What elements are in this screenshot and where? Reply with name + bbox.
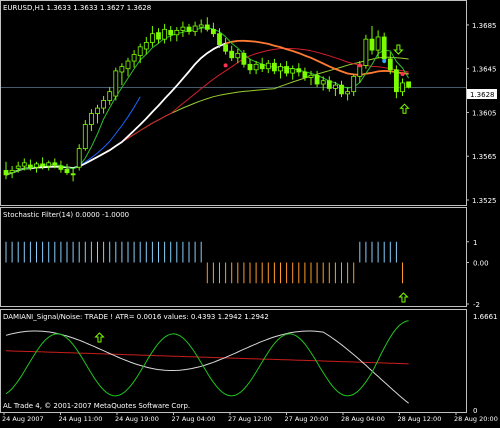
candle-body bbox=[76, 148, 82, 168]
noise-tick-label: 0 bbox=[473, 407, 477, 415]
candle-body bbox=[180, 26, 186, 31]
trading-chart[interactable]: 1.3685 1.3645 1.3605 1.3565 1.3525 1 0.00 -2 1.6… bbox=[0, 0, 500, 424]
candle-body bbox=[387, 58, 393, 71]
candle-body bbox=[406, 81, 412, 88]
candle-body bbox=[156, 32, 161, 40]
candle-body bbox=[314, 74, 320, 85]
candle-body bbox=[320, 80, 326, 85]
candle-body bbox=[290, 68, 296, 74]
candle-body bbox=[101, 100, 106, 109]
candle-body bbox=[186, 26, 192, 32]
candle-body bbox=[143, 42, 149, 50]
candle-body bbox=[137, 46, 143, 56]
candle-body bbox=[168, 30, 174, 36]
candle-body bbox=[351, 75, 357, 93]
stochastic-tick-label: 1 bbox=[473, 239, 477, 247]
price-tick-label: 1.3605 bbox=[472, 109, 497, 117]
candle-body bbox=[21, 162, 27, 167]
candle-body bbox=[149, 33, 155, 43]
candle-body bbox=[369, 38, 375, 51]
candle-body bbox=[253, 63, 259, 71]
x-axis-label: 27 Aug 12:00 bbox=[228, 415, 272, 423]
candle-body bbox=[375, 36, 381, 51]
candle-body bbox=[89, 113, 94, 125]
candle-body bbox=[381, 36, 387, 60]
noise-panel-title: DAMIANI_Signal/Noise: TRADE ! ATR= 0.001… bbox=[3, 313, 269, 321]
signal-dot-red bbox=[223, 63, 228, 68]
candle-body bbox=[302, 71, 308, 78]
candle-body bbox=[131, 54, 137, 62]
x-axis-label: 27 Aug 04:00 bbox=[172, 415, 216, 423]
candle-body bbox=[70, 173, 76, 176]
candle-body bbox=[332, 84, 338, 89]
candle-body bbox=[259, 63, 265, 70]
x-axis-label: 24 Aug 11:00 bbox=[59, 415, 103, 423]
candle-body bbox=[9, 170, 15, 174]
x-axis-label: 28 Aug 12:00 bbox=[398, 415, 442, 423]
x-axis-label: 28 Aug 04:00 bbox=[341, 415, 385, 423]
candle-body bbox=[34, 163, 39, 168]
candle-body bbox=[229, 50, 235, 59]
price-tick-label: 1.3565 bbox=[472, 153, 497, 161]
price-panel-title: EURUSD,H1 1.3633 1.3633 1.3627 1.3628 bbox=[3, 4, 151, 12]
candle-body bbox=[46, 162, 52, 167]
stochastic-tick-label: 0.00 bbox=[473, 260, 489, 268]
candle-body bbox=[174, 30, 180, 36]
candle-body bbox=[265, 62, 271, 70]
candle-body bbox=[107, 91, 113, 101]
stochastic-panel-title: Stochastic Filter(14) 0.0000 -1.0000 bbox=[3, 211, 129, 219]
candle-body bbox=[192, 25, 198, 32]
candle-body bbox=[27, 164, 33, 168]
price-tick-label: 1.3645 bbox=[472, 66, 497, 74]
candle-body bbox=[58, 165, 64, 170]
candle-body bbox=[247, 63, 253, 71]
candle-body bbox=[284, 66, 290, 74]
candle-body bbox=[40, 163, 45, 167]
price-tick-label: 1.3525 bbox=[472, 197, 497, 205]
candle-body bbox=[95, 107, 100, 114]
candle-body bbox=[52, 162, 58, 166]
candle-body bbox=[113, 70, 119, 97]
candle-body bbox=[217, 33, 222, 46]
candle-body bbox=[345, 91, 351, 95]
x-axis-label: 24 Aug 19:00 bbox=[115, 415, 159, 423]
candle-body bbox=[241, 52, 247, 65]
candle-body bbox=[363, 38, 369, 66]
candle-body bbox=[223, 44, 229, 52]
x-axis-label: 27 Aug 20:00 bbox=[285, 415, 329, 423]
candle-body bbox=[3, 170, 9, 176]
candle-body bbox=[64, 168, 70, 174]
candle-body bbox=[82, 124, 88, 149]
candle-body bbox=[119, 66, 125, 73]
candle-body bbox=[210, 28, 216, 35]
candle-body bbox=[326, 80, 332, 89]
candle-body bbox=[278, 66, 283, 72]
signal-dot-red bbox=[357, 63, 362, 68]
candle-body bbox=[339, 84, 344, 95]
x-axis-label: 24 Aug 2007 bbox=[2, 415, 44, 423]
signal-dot-red bbox=[400, 72, 405, 77]
noise-tick-label: 1.6661 bbox=[473, 313, 498, 321]
candle-body bbox=[162, 28, 168, 40]
price-tick-label: 1.3685 bbox=[472, 22, 497, 30]
copyright-text: AL Trade 4, © 2001-2007 MetaQuotes Softw… bbox=[3, 402, 190, 410]
candle-body bbox=[125, 60, 131, 70]
candle-body bbox=[15, 165, 21, 169]
candle-body bbox=[204, 24, 210, 30]
candle-body bbox=[308, 74, 314, 78]
signal-dot-blue bbox=[382, 59, 387, 64]
candle-body bbox=[393, 69, 399, 93]
candle-body bbox=[296, 68, 302, 73]
candle-body bbox=[271, 62, 277, 72]
candle-body bbox=[235, 52, 241, 59]
stochastic-tick-label: -2 bbox=[473, 301, 480, 309]
current-price-marker: 1.3628 bbox=[470, 91, 495, 99]
x-axis-label: 28 Aug 20:00 bbox=[454, 415, 498, 423]
candle-body bbox=[198, 24, 204, 28]
candle-body bbox=[400, 82, 405, 93]
